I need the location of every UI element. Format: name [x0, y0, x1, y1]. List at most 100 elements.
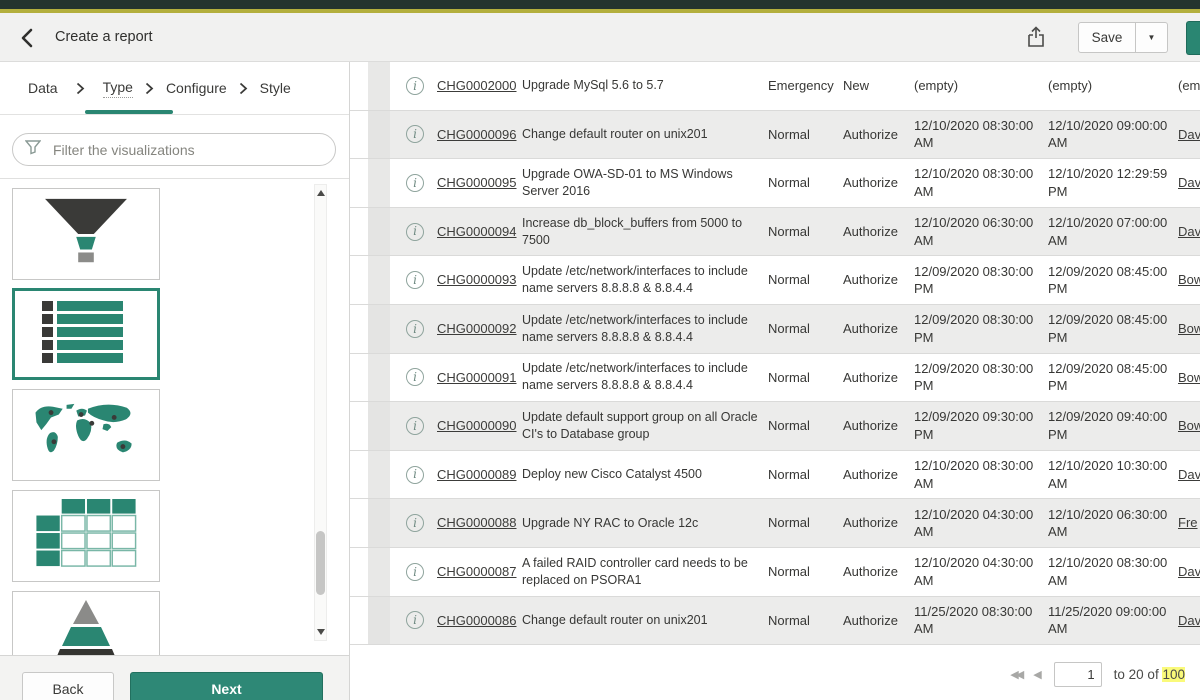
pagination: ◀◀ ◀ to 20 of 100 [1010, 660, 1185, 688]
run-button-partial[interactable] [1186, 21, 1200, 55]
assignee-link[interactable]: (em [1178, 62, 1200, 110]
planned-end-date: 12/10/2020 12:29:59 PM [1048, 159, 1174, 207]
viz-card-funnel[interactable] [12, 188, 160, 280]
previous-page-icon[interactable]: ◀ [1033, 668, 1041, 681]
info-icon[interactable]: i [406, 320, 424, 338]
planned-start-date: 12/09/2020 08:30:00 PM [914, 256, 1040, 304]
change-number-link[interactable]: CHG0002000 [437, 62, 519, 110]
viz-card-pyramid[interactable] [12, 591, 160, 655]
info-icon[interactable]: i [406, 223, 424, 241]
viz-card-list[interactable] [12, 288, 160, 380]
info-icon[interactable]: i [406, 563, 424, 581]
planned-end-date: (empty) [1048, 62, 1174, 110]
chevron-right-icon [145, 82, 154, 95]
step-data[interactable]: Data [28, 80, 58, 96]
planned-end-date: 12/09/2020 09:40:00 PM [1048, 402, 1174, 450]
step-type[interactable]: Type [103, 79, 133, 98]
change-number-link[interactable]: CHG0000094 [437, 208, 519, 256]
save-button[interactable]: Save [1078, 22, 1136, 53]
chevron-right-icon [76, 82, 85, 95]
assignee-link[interactable]: Bow [1178, 305, 1200, 353]
priority-value: Normal [768, 597, 848, 645]
change-number-link[interactable]: CHG0000090 [437, 402, 519, 450]
step-configure[interactable]: Configure [166, 80, 227, 96]
chevron-right-icon [239, 82, 248, 95]
assignee-link[interactable]: Bow [1178, 402, 1200, 450]
planned-end-date: 12/09/2020 08:45:00 PM [1048, 305, 1174, 353]
assignee-link[interactable]: Dav [1178, 451, 1200, 499]
visualization-list [0, 178, 349, 655]
table-row: i CHG0000090 Update default support grou… [350, 402, 1200, 451]
scrollbar-thumb[interactable] [316, 531, 325, 595]
change-number-link[interactable]: CHG0000092 [437, 305, 519, 353]
info-icon[interactable]: i [406, 125, 424, 143]
state-value: Authorize [843, 256, 913, 304]
viz-card-map[interactable] [12, 389, 160, 481]
back-button[interactable]: Back [22, 672, 114, 700]
row-info-cell: i [400, 62, 430, 110]
change-number-link[interactable]: CHG0000093 [437, 256, 519, 304]
change-number-link[interactable]: CHG0000086 [437, 597, 519, 645]
planned-end-date: 12/10/2020 07:00:00 AM [1048, 208, 1174, 256]
short-description: Upgrade NY RAC to Oracle 12c [522, 499, 770, 547]
row-info-cell: i [400, 354, 430, 402]
table-row: i CHG0000089 Deploy new Cisco Catalyst 4… [350, 451, 1200, 500]
visualization-scrollbar[interactable] [314, 184, 327, 641]
assignee-link[interactable]: Dav [1178, 208, 1200, 256]
filter-input[interactable] [51, 141, 335, 159]
table-body: i CHG0002000 Upgrade MySql 5.6 to 5.7 Em… [350, 62, 1200, 645]
visualization-filter [12, 133, 336, 166]
row-info-cell: i [400, 159, 430, 207]
viz-card-heatmap[interactable] [12, 490, 160, 582]
info-icon[interactable]: i [406, 514, 424, 532]
info-icon[interactable]: i [406, 417, 424, 435]
step-style[interactable]: Style [260, 80, 291, 96]
planned-start-date: 12/09/2020 08:30:00 PM [914, 354, 1040, 402]
change-number-link[interactable]: CHG0000088 [437, 499, 519, 547]
assignee-link[interactable]: Dav [1178, 159, 1200, 207]
assignee-link[interactable]: Dav [1178, 548, 1200, 596]
assignee-link[interactable]: Bow [1178, 354, 1200, 402]
priority-value: Normal [768, 208, 848, 256]
scroll-up-icon[interactable] [317, 190, 325, 196]
change-number-link[interactable]: CHG0000091 [437, 354, 519, 402]
change-number-link[interactable]: CHG0000095 [437, 159, 519, 207]
table-row: i CHG0000094 Increase db_block_buffers f… [350, 208, 1200, 257]
state-value: Authorize [843, 451, 913, 499]
assignee-link[interactable]: Fre [1178, 499, 1200, 547]
info-icon[interactable]: i [406, 611, 424, 629]
info-icon[interactable]: i [406, 174, 424, 192]
change-number-link[interactable]: CHG0000089 [437, 451, 519, 499]
report-header: Create a report Save ▼ [0, 13, 1200, 62]
change-number-link[interactable]: CHG0000096 [437, 111, 519, 159]
table-row: i CHG0000092 Update /etc/network/interfa… [350, 305, 1200, 354]
next-button[interactable]: Next [130, 672, 323, 700]
save-dropdown-button[interactable]: ▼ [1136, 22, 1168, 53]
row-info-cell: i [400, 548, 430, 596]
short-description: Upgrade MySql 5.6 to 5.7 [522, 62, 770, 110]
change-number-link[interactable]: CHG0000087 [437, 548, 519, 596]
planned-end-date: 12/09/2020 08:45:00 PM [1048, 256, 1174, 304]
info-icon[interactable]: i [406, 368, 424, 386]
assignee-link[interactable]: Bow [1178, 256, 1200, 304]
share-icon[interactable] [1024, 25, 1048, 51]
filter-funnel-icon [25, 139, 41, 160]
row-range-text: to 20 of 100 [1114, 667, 1185, 682]
planned-start-date: 12/10/2020 08:30:00 AM [914, 451, 1040, 499]
info-icon[interactable]: i [406, 77, 424, 95]
assignee-link[interactable]: Dav [1178, 111, 1200, 159]
planned-start-date: 12/10/2020 04:30:00 AM [914, 548, 1040, 596]
planned-start-date: 12/10/2020 08:30:00 AM [914, 111, 1040, 159]
scroll-down-icon[interactable] [317, 629, 325, 635]
info-icon[interactable]: i [406, 466, 424, 484]
state-value: Authorize [843, 499, 913, 547]
planned-end-date: 12/10/2020 06:30:00 AM [1048, 499, 1174, 547]
assignee-link[interactable]: Dav [1178, 597, 1200, 645]
page-number-input[interactable] [1054, 662, 1102, 687]
back-chevron-icon[interactable] [18, 26, 36, 50]
info-icon[interactable]: i [406, 271, 424, 289]
state-value: Authorize [843, 111, 913, 159]
short-description: A failed RAID controller card needs to b… [522, 548, 770, 596]
short-description: Update /etc/network/interfaces to includ… [522, 305, 770, 353]
first-page-icon[interactable]: ◀◀ [1010, 668, 1021, 681]
